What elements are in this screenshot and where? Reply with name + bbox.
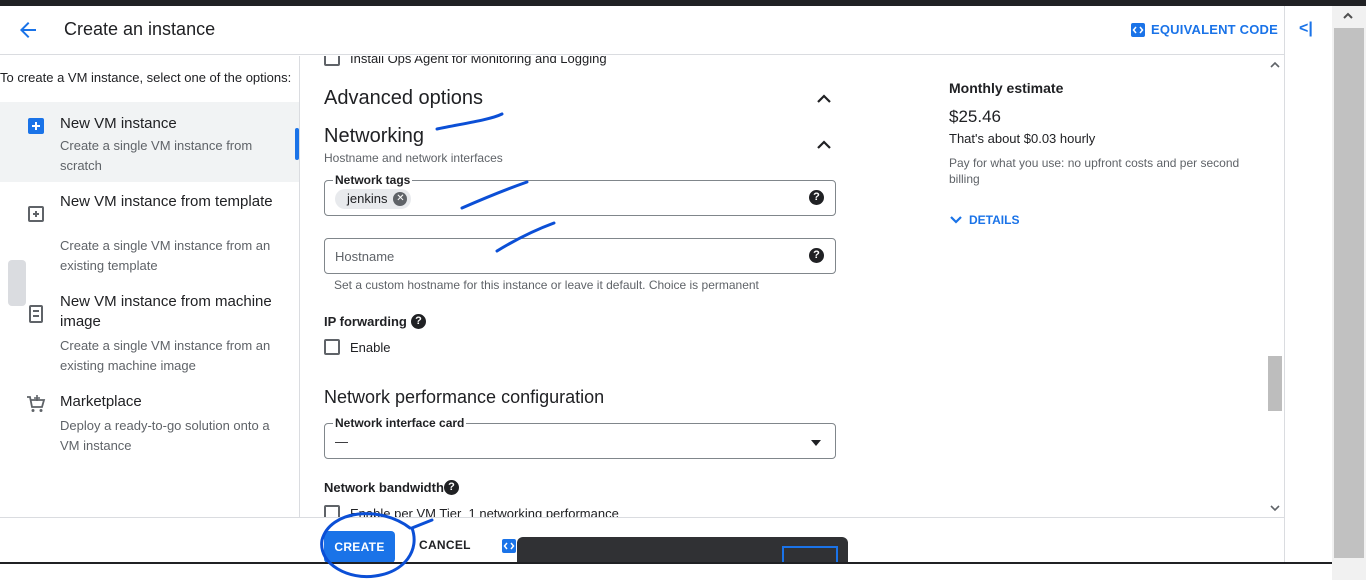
option-title: New VM instance from machine image [60, 293, 272, 330]
option-desc: Deploy a ready-to-go solution onto a VM … [60, 418, 270, 453]
selected-indicator [295, 128, 299, 160]
ops-agent-row[interactable]: Install Ops Agent for Monitoring and Log… [324, 56, 607, 66]
tier1-row[interactable]: Enable per VM Tier_1 networking performa… [324, 505, 619, 517]
tier1-checkbox[interactable] [324, 505, 340, 517]
option-desc: Create a single VM instance from an exis… [60, 238, 271, 273]
action-footer: CREATE CANCEL [0, 517, 1284, 565]
bottom-gap [0, 564, 1332, 580]
option-title: New VM instance from template [60, 193, 273, 210]
option-title: New VM instance [60, 115, 177, 132]
option-marketplace[interactable]: Marketplace Deploy a ready-to-go solutio… [0, 382, 299, 462]
page-title: Create an instance [64, 19, 216, 39]
nic-value: — [335, 434, 348, 449]
estimate-price: $25.46 [949, 107, 1001, 126]
code-icon[interactable] [502, 539, 516, 553]
dropdown-arrow-icon[interactable] [811, 440, 821, 446]
estimate-note: Pay for what you use: no upfront costs a… [949, 156, 1240, 186]
add-box-icon [28, 118, 44, 134]
details-label: DETAILS [969, 213, 1020, 227]
nic-select[interactable]: Network interface card — [324, 416, 836, 459]
ip-forwarding-enable-row[interactable]: Enable [324, 339, 390, 355]
ip-forwarding-enable-label: Enable [350, 339, 391, 355]
hostname-field[interactable]: Hostname ? [324, 238, 836, 274]
collapse-panel-icon[interactable]: <| [1299, 20, 1313, 38]
ops-agent-checkbox[interactable] [324, 56, 340, 66]
networking-subtitle: Hostname and network interfaces [324, 151, 503, 165]
options-intro: To create a VM instance, select one of t… [0, 70, 292, 85]
estimate-hourly: That's about $0.03 hourly [949, 131, 1096, 146]
option-new-vm[interactable]: New VM instance Create a single VM insta… [0, 102, 299, 182]
snackbar-overlay [517, 537, 848, 565]
option-desc: Create a single VM instance from an exis… [60, 338, 271, 373]
create-options-panel: To create a VM instance, select one of t… [0, 56, 300, 517]
network-tag-chip[interactable]: jenkins ✕ [335, 189, 412, 209]
ip-forwarding-checkbox[interactable] [324, 339, 340, 355]
networking-heading[interactable]: Networking [324, 125, 424, 148]
cancel-button[interactable]: CANCEL [419, 538, 471, 552]
network-bandwidth-label: Network bandwidth [324, 480, 444, 495]
option-desc: Create a single VM instance from scratch [60, 138, 253, 173]
scroll-up-icon[interactable] [1270, 60, 1280, 70]
ip-forwarding-label: IP forwarding [324, 314, 407, 329]
nic-label: Network interface card [333, 416, 467, 430]
chevron-down-icon [950, 216, 962, 224]
help-icon[interactable]: ? [411, 314, 426, 329]
estimate-label: Monthly estimate [949, 80, 1064, 96]
help-icon[interactable]: ? [444, 480, 459, 495]
window-scrollbar[interactable] [1332, 6, 1366, 580]
equivalent-code-label: EQUIVALENT CODE [1151, 22, 1278, 37]
form-scrollbar[interactable] [1266, 56, 1284, 517]
help-icon[interactable]: ? [809, 248, 824, 263]
network-performance-heading: Network performance configuration [324, 387, 605, 407]
help-icon[interactable]: ? [809, 190, 824, 205]
scroll-up-icon[interactable] [1342, 10, 1354, 22]
scroll-down-icon[interactable] [1270, 503, 1280, 513]
option-from-template[interactable]: New VM instance from template Create a s… [0, 182, 299, 282]
network-tags-label: Network tags [333, 173, 413, 187]
template-add-icon [28, 206, 44, 222]
ops-agent-label: Install Ops Agent for Monitoring and Log… [350, 56, 607, 66]
form-scroll-thumb[interactable] [1268, 356, 1282, 411]
equivalent-code-button[interactable]: EQUIVALENT CODE [1131, 22, 1278, 37]
machine-image-icon [29, 305, 43, 323]
page-header: Create an instance EQUIVALENT CODE [0, 6, 1284, 55]
details-button[interactable]: DETAILS [949, 213, 1249, 227]
hostname-placeholder: Hostname [335, 249, 395, 264]
network-tags-field[interactable]: Network tags jenkins ✕ ? [324, 173, 836, 216]
chevron-up-icon[interactable] [815, 138, 833, 150]
code-icon [1131, 22, 1145, 37]
cart-icon [27, 395, 46, 412]
remove-chip-icon[interactable]: ✕ [393, 192, 408, 206]
window-scroll-thumb[interactable] [1334, 28, 1364, 558]
advanced-options-heading[interactable]: Advanced options [324, 87, 483, 110]
right-side-panel: <| [1284, 6, 1332, 580]
hostname-hint: Set a custom hostname for this instance … [334, 278, 759, 292]
back-arrow-icon[interactable] [16, 18, 40, 42]
monthly-estimate-card: Monthly estimate $25.46 That's about $0.… [949, 80, 1249, 227]
option-title: Marketplace [60, 393, 142, 410]
panel-resize-handle[interactable] [8, 260, 26, 306]
option-from-machine-image[interactable]: New VM instance from machine image Creat… [0, 282, 299, 382]
create-button[interactable]: CREATE [324, 531, 395, 563]
chip-label: jenkins [347, 191, 388, 206]
chevron-up-icon[interactable] [815, 92, 833, 104]
tier1-label: Enable per VM Tier_1 networking performa… [350, 505, 619, 518]
